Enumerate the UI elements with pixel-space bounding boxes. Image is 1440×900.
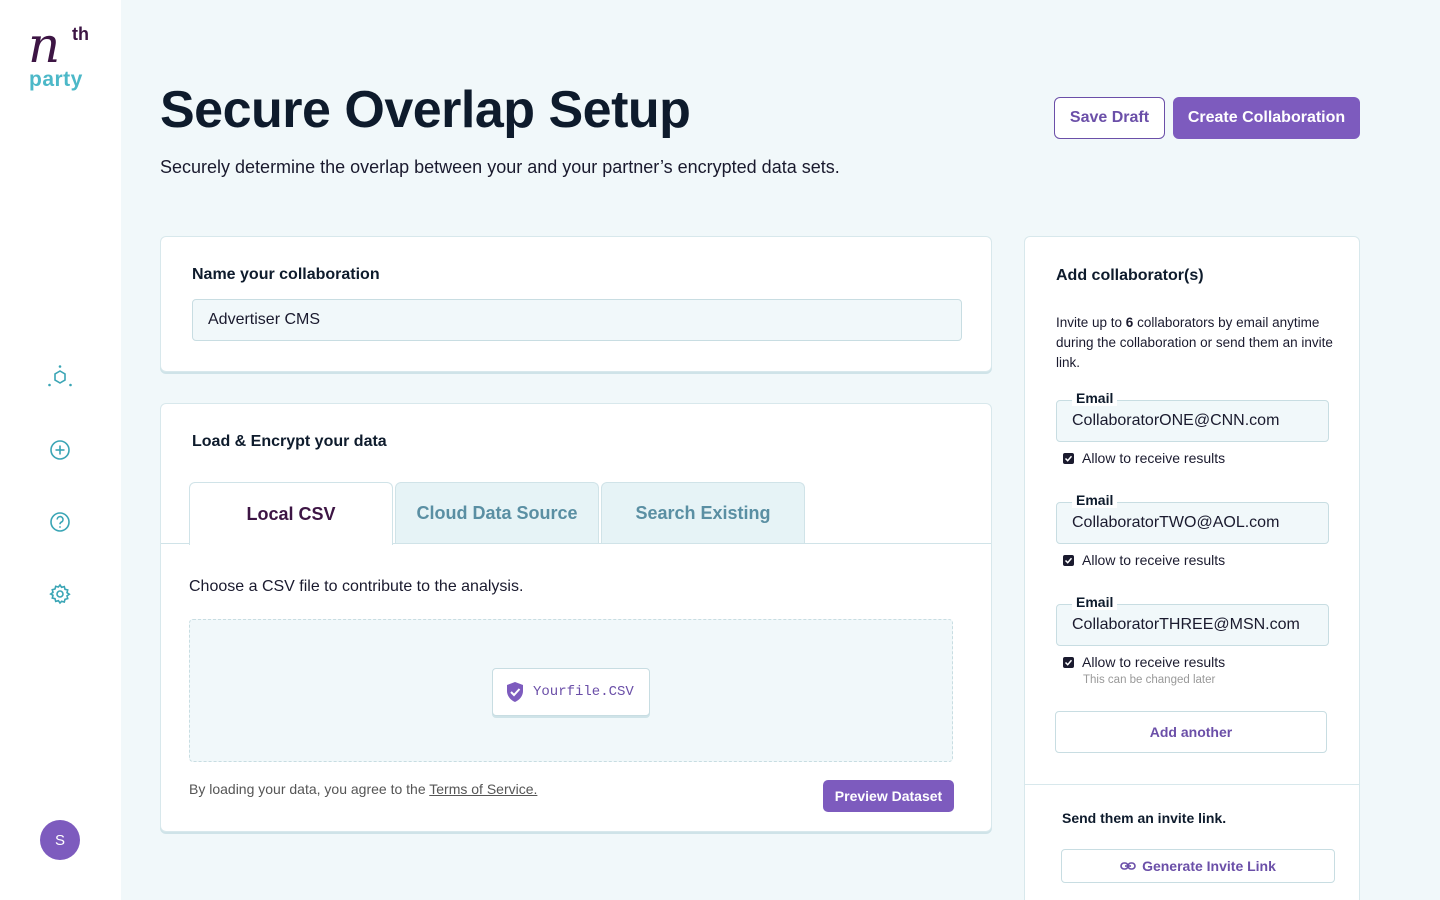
tab-search-existing[interactable]: Search Existing bbox=[601, 482, 805, 543]
allow-results-checkbox[interactable]: Allow to receive results bbox=[1063, 654, 1225, 670]
sidebar: n th party S bbox=[0, 0, 121, 900]
logo-party: party bbox=[29, 68, 83, 91]
nav-overlap-icon[interactable] bbox=[47, 364, 73, 390]
logo-th: th bbox=[72, 24, 89, 44]
allow-results-checkbox[interactable]: Allow to receive results bbox=[1063, 552, 1225, 568]
generate-invite-link-label: Generate Invite Link bbox=[1142, 858, 1276, 874]
load-encrypt-label: Load & Encrypt your data bbox=[192, 433, 387, 450]
checkbox-label: Allow to receive results bbox=[1082, 552, 1226, 568]
user-avatar[interactable]: S bbox=[40, 820, 80, 860]
checkbox-checked-icon bbox=[1063, 656, 1074, 668]
collaborators-card: Add collaborator(s) Invite up to 6 colla… bbox=[1024, 236, 1360, 900]
add-another-button[interactable]: Add another bbox=[1055, 711, 1327, 753]
terms-text: By loading your data, you agree to the T… bbox=[189, 781, 537, 797]
nav-settings-icon[interactable] bbox=[47, 581, 73, 607]
file-chip[interactable]: Yourfile.CSV bbox=[492, 668, 650, 716]
file-name: Yourfile.CSV bbox=[533, 684, 634, 700]
tab-local-csv[interactable]: Local CSV bbox=[189, 482, 393, 545]
csv-instruction: Choose a CSV file to contribute to the a… bbox=[189, 578, 524, 595]
nav-help-icon[interactable] bbox=[47, 509, 73, 535]
email-label: Email bbox=[1072, 390, 1118, 406]
file-dropzone[interactable]: Yourfile.CSV bbox=[189, 619, 953, 762]
add-collaborators-title: Add collaborator(s) bbox=[1056, 267, 1204, 284]
terms-prefix: By loading your data, you agree to the bbox=[189, 781, 430, 797]
nth-party-logo[interactable]: n th party bbox=[26, 16, 98, 94]
checkbox-checked-icon bbox=[1063, 452, 1074, 464]
results-hint: This can be changed later bbox=[1083, 674, 1216, 686]
allow-results-checkbox[interactable]: Allow to receive results bbox=[1063, 450, 1225, 466]
preview-dataset-button[interactable]: Preview Dataset bbox=[823, 780, 954, 812]
tab-cloud-data-source[interactable]: Cloud Data Source bbox=[395, 482, 599, 543]
nav-add-icon[interactable] bbox=[47, 437, 73, 463]
collaborators-description: Invite up to 6 collaborators by email an… bbox=[1056, 313, 1336, 373]
load-encrypt-card: Load & Encrypt your data Local CSV Cloud… bbox=[160, 403, 992, 832]
collaborator-email-input[interactable]: CollaboratorTHREE@MSN.com bbox=[1056, 604, 1329, 646]
shield-check-icon bbox=[507, 682, 523, 702]
checkbox-label: Allow to receive results bbox=[1082, 450, 1226, 466]
terms-of-service-link[interactable]: Terms of Service. bbox=[429, 781, 537, 797]
section-divider bbox=[1025, 784, 1359, 785]
page-subtitle: Securely determine the overlap between y… bbox=[160, 157, 840, 177]
link-icon bbox=[1120, 862, 1136, 870]
collaboration-name-input[interactable]: Advertiser CMS bbox=[192, 299, 962, 341]
invite-link-title: Send them an invite link. bbox=[1062, 810, 1227, 826]
name-collaboration-label: Name your collaboration bbox=[192, 266, 380, 283]
checkbox-label: Allow to receive results bbox=[1082, 654, 1226, 670]
collaborator-email-input[interactable]: CollaboratorTWO@AOL.com bbox=[1056, 502, 1329, 544]
email-label: Email bbox=[1072, 594, 1118, 610]
checkbox-checked-icon bbox=[1063, 554, 1074, 566]
page-title: Secure Overlap Setup bbox=[160, 81, 691, 139]
generate-invite-link-button[interactable]: Generate Invite Link bbox=[1061, 849, 1335, 883]
name-collaboration-card: Name your collaboration Advertiser CMS bbox=[160, 236, 992, 372]
collaborator-email-input[interactable]: CollaboratorONE@CNN.com bbox=[1056, 400, 1329, 442]
desc-pre: Invite up to bbox=[1056, 315, 1126, 330]
save-draft-button[interactable]: Save Draft bbox=[1054, 97, 1165, 139]
logo-n: n bbox=[28, 16, 61, 74]
email-label: Email bbox=[1072, 492, 1118, 508]
create-collaboration-button[interactable]: Create Collaboration bbox=[1173, 97, 1360, 139]
